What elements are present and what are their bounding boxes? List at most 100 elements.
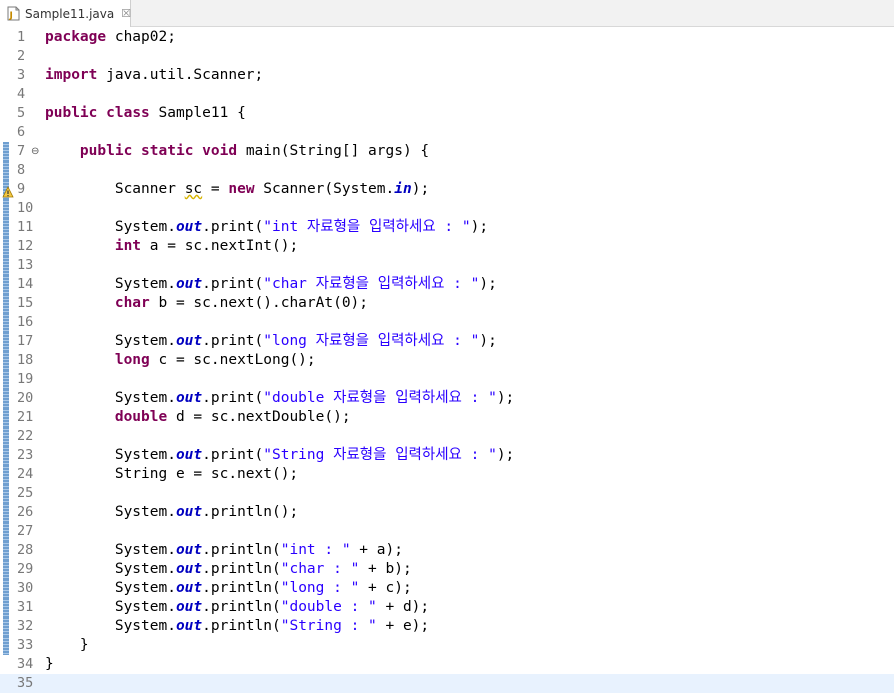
code-line[interactable]: 7 ⊖ public static void main(String[] args… — [0, 142, 894, 161]
code-text: System.out.println("char : " + b); — [45, 560, 412, 579]
change-ruler-bar — [3, 370, 9, 389]
code-token: .print( — [202, 276, 264, 292]
code-line[interactable]: 34} — [0, 655, 894, 674]
line-number: 25 — [17, 485, 34, 501]
code-token: .print( — [202, 219, 264, 235]
line-number: 12 — [17, 238, 34, 254]
code-line[interactable]: 10 — [0, 199, 894, 218]
code-line[interactable]: 4 — [0, 85, 894, 104]
line-number: 14 — [17, 276, 34, 292]
change-ruler-bar — [3, 408, 9, 427]
code-text: double d = sc.nextDouble(); — [45, 408, 351, 427]
field-token: in — [394, 181, 412, 197]
field-token: out — [175, 447, 203, 463]
field-token: out — [175, 561, 203, 577]
code-line[interactable]: 9 Scanner sc = new Scanner(System.in); — [0, 180, 894, 199]
code-text: Scanner sc = new Scanner(System.in); — [45, 180, 429, 199]
code-line[interactable]: 26 System.out.println(); — [0, 503, 894, 522]
code-line[interactable]: 23 System.out.print("String 자료형을 입력하세요 :… — [0, 446, 894, 465]
code-line[interactable]: 17 System.out.print("long 자료형을 입력하세요 : "… — [0, 332, 894, 351]
keyword-token: static — [141, 143, 194, 159]
code-line[interactable]: 21 double d = sc.nextDouble(); — [0, 408, 894, 427]
line-number: 1 — [17, 29, 26, 45]
line-number: 24 — [17, 466, 34, 482]
change-ruler-bar — [3, 332, 9, 351]
code-line[interactable]: 5 public class Sample11 { — [0, 104, 894, 123]
code-line[interactable]: 13 — [0, 256, 894, 275]
change-ruler-bar — [3, 313, 9, 332]
field-token: out — [175, 390, 203, 406]
code-line[interactable]: 2 — [0, 47, 894, 66]
code-line[interactable]: 18 long c = sc.nextLong(); — [0, 351, 894, 370]
code-line[interactable]: 15 char b = sc.next().charAt(0); — [0, 294, 894, 313]
code-token: + b); — [359, 561, 412, 577]
code-text: System.out.println("String : " + e); — [45, 617, 429, 636]
fold-toggle-icon[interactable]: ⊖ — [31, 147, 40, 157]
code-line[interactable]: 32 System.out.println("String : " + e); — [0, 617, 894, 636]
code-token: Sample11 { — [149, 105, 246, 121]
code-token: .print( — [202, 447, 264, 463]
code-token: } — [45, 637, 89, 653]
line-number: 31 — [17, 599, 34, 615]
line-number: 2 — [17, 48, 26, 64]
code-line[interactable]: 11 System.out.print("int 자료형을 입력하세요 : ")… — [0, 218, 894, 237]
code-line[interactable]: 22 — [0, 427, 894, 446]
close-tab-icon[interactable]: ☒ — [121, 7, 131, 20]
code-text: char b = sc.next().charAt(0); — [45, 294, 368, 313]
code-line[interactable]: 19 — [0, 370, 894, 389]
code-text: System.out.println("long : " + c); — [45, 579, 412, 598]
code-text: System.out.println("int : " + a); — [45, 541, 403, 560]
field-token: out — [175, 599, 203, 615]
code-token: .print( — [202, 333, 264, 349]
code-line[interactable]: 14 System.out.print("char 자료형을 입력하세요 : "… — [0, 275, 894, 294]
code-token: System. — [45, 219, 176, 235]
keyword-token: new — [228, 181, 255, 197]
code-line[interactable]: 12 int a = sc.nextInt(); — [0, 237, 894, 256]
code-line[interactable]: 25 — [0, 484, 894, 503]
line-number: 19 — [17, 371, 34, 387]
code-line[interactable]: 28 System.out.println("int : " + a); — [0, 541, 894, 560]
keyword-token: class — [106, 105, 150, 121]
string-token: "double 자료형을 입력하세요 : " — [263, 390, 497, 406]
change-ruler-bar — [3, 351, 9, 370]
line-number: 30 — [17, 580, 34, 596]
code-line[interactable]: 29 System.out.println("char : " + b); — [0, 560, 894, 579]
code-line[interactable]: 8 — [0, 161, 894, 180]
line-number: 3 — [17, 67, 26, 83]
code-text: System.out.println("double : " + d); — [45, 598, 429, 617]
code-line[interactable]: 20 System.out.print("double 자료형을 입력하세요 :… — [0, 389, 894, 408]
field-token: out — [175, 580, 203, 596]
code-token: .println( — [202, 542, 281, 558]
change-ruler-bar — [3, 218, 9, 237]
code-token: System. — [45, 390, 176, 406]
field-token: out — [175, 618, 203, 634]
code-line[interactable]: 33 } — [0, 636, 894, 655]
code-token: ); — [496, 390, 515, 406]
field-token: out — [175, 542, 203, 558]
string-token: "long 자료형을 입력하세요 : " — [263, 333, 480, 349]
code-token: c = sc.nextLong(); — [149, 352, 316, 368]
field-token: out — [175, 276, 203, 292]
code-line[interactable]: 6 — [0, 123, 894, 142]
change-ruler-bar — [3, 503, 9, 522]
string-token: "int 자료형을 입력하세요 : " — [263, 219, 471, 235]
code-line[interactable]: 35 — [0, 674, 894, 693]
code-line[interactable]: 31 System.out.println("double : " + d); — [0, 598, 894, 617]
code-line[interactable]: 16 — [0, 313, 894, 332]
code-line[interactable]: 3 import java.util.Scanner; — [0, 66, 894, 85]
change-ruler-bar — [3, 256, 9, 275]
change-ruler-bar — [3, 161, 9, 180]
tab-sample11-java[interactable]: J Sample11.java ☒ — [0, 0, 131, 27]
line-number: 27 — [17, 523, 34, 539]
code-line[interactable]: 30 System.out.println("long : " + c); — [0, 579, 894, 598]
code-line[interactable]: 27 — [0, 522, 894, 541]
keyword-token: long — [114, 352, 150, 368]
code-editor[interactable]: 1 package chap02; 2 3 import java.util.Scann… — [0, 27, 894, 693]
code-line[interactable]: 24 String e = sc.next(); — [0, 465, 894, 484]
code-line[interactable]: 1 package chap02; — [0, 28, 894, 47]
warning-marker-icon[interactable] — [2, 183, 14, 198]
string-token: "char 자료형을 입력하세요 : " — [263, 276, 480, 292]
change-ruler-bar — [3, 237, 9, 256]
